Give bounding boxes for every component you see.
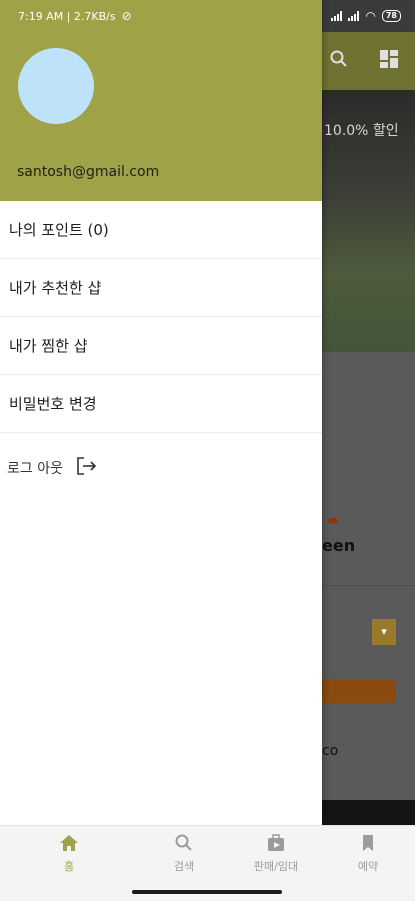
drawer-menu: 나의 포인트 (0) 내가 추천한 샵 내가 찜한 샵 비밀번호 변경 — [0, 201, 322, 433]
background-co-text: co — [322, 743, 339, 759]
nav-label: 예약 — [357, 860, 379, 873]
background-discount-text: 10.0% 할인 — [324, 123, 399, 139]
home-indicator[interactable] — [132, 890, 282, 894]
status-bar: 7:19 AM | 2.7KB/s ⊘ ◠ 78 — [0, 0, 415, 32]
dropdown-icon: ▾ — [372, 619, 396, 645]
background-button — [322, 679, 396, 703]
menu-item-label: 비밀번호 변경 — [9, 395, 97, 413]
signal-icon — [331, 11, 343, 21]
background-logo-mark — [328, 518, 338, 524]
bookmark-icon — [358, 835, 378, 855]
logout-label: 로그 아웃 — [7, 461, 63, 477]
menu-item-change-password[interactable]: 비밀번호 변경 — [0, 375, 322, 433]
battery-icon: 78 — [381, 10, 401, 22]
home-icon — [59, 835, 79, 855]
menu-item-label: 내가 찜한 샵 — [9, 337, 88, 355]
search-icon — [174, 834, 194, 855]
menu-item-points[interactable]: 나의 포인트 (0) — [0, 201, 322, 259]
navigation-drawer: santosh@gmail.com 나의 포인트 (0) 내가 추천한 샵 내가… — [0, 0, 322, 825]
menu-item-label: 나의 포인트 (0) — [9, 221, 109, 239]
store-icon — [266, 834, 286, 855]
menu-item-label: 내가 추천한 샵 — [9, 279, 102, 297]
divider — [322, 585, 415, 586]
logout-icon — [75, 455, 97, 481]
nav-label: 판매/임대 — [253, 860, 299, 873]
status-time: 7:19 AM | 2.7KB/s — [18, 9, 116, 23]
signal-icon-2 — [348, 11, 360, 21]
wifi-icon: ◠ — [365, 9, 376, 23]
nav-item-reservation[interactable]: 예약 — [323, 834, 413, 874]
menu-item-recommended-shops[interactable]: 내가 추천한 샵 — [0, 259, 322, 317]
sync-off-icon: ⊘ — [121, 9, 132, 23]
nav-label: 검색 — [173, 860, 195, 873]
logout-button[interactable]: 로그 아웃 — [7, 455, 97, 481]
menu-item-favorite-shops[interactable]: 내가 찜한 샵 — [0, 317, 322, 375]
search-icon[interactable] — [330, 50, 348, 73]
nav-label: 홈 — [63, 860, 75, 873]
dashboard-icon[interactable] — [380, 50, 398, 73]
avatar[interactable] — [18, 48, 94, 124]
background-logo-text: een — [322, 536, 356, 555]
user-email: santosh@gmail.com — [17, 164, 160, 180]
nav-item-search[interactable]: 검색 — [139, 834, 229, 874]
background-dark-bar — [322, 800, 415, 825]
background-app: 10.0% 할인 een ▾ co — [322, 0, 415, 825]
nav-item-sale-rent[interactable]: 판매/임대 — [231, 834, 321, 874]
background-appbar — [322, 32, 415, 90]
nav-item-home[interactable]: 홈 — [24, 834, 114, 874]
